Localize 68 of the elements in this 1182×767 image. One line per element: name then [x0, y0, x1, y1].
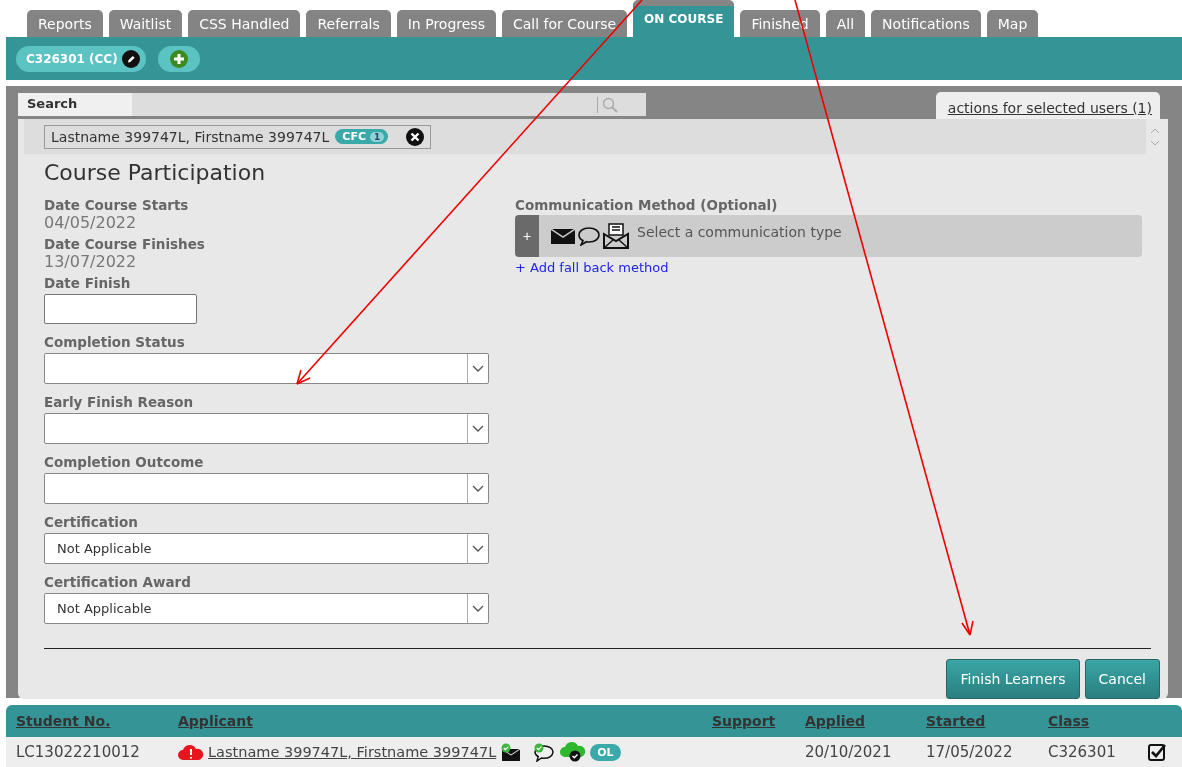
table-cell-text: C326301: [1048, 743, 1117, 761]
field-label: Certification Award: [44, 574, 192, 590]
table-cell-text: 17/05/2022: [926, 743, 1014, 761]
column-header[interactable]: Started: [926, 713, 986, 729]
tab[interactable]: Reports: [27, 10, 103, 37]
field-label: Certification: [44, 514, 139, 530]
actions-link[interactable]: actions for selected users (1): [935, 92, 1160, 119]
select-field[interactable]: [44, 473, 489, 504]
tab[interactable]: CSS Handled: [188, 10, 301, 37]
cancel-button[interactable]: Cancel: [1084, 659, 1160, 699]
select-field[interactable]: [44, 353, 489, 384]
chevron-down-icon: [472, 424, 484, 433]
field-label: Communication Method (Optional): [515, 197, 779, 213]
field-value: 13/07/2022: [44, 252, 138, 271]
column-header[interactable]: Student No.: [16, 713, 111, 729]
field-label: Completion Status: [44, 334, 186, 350]
tab[interactable]: Map: [986, 10, 1039, 37]
tab[interactable]: Call for Course: [501, 10, 628, 37]
column-header[interactable]: Support: [712, 713, 776, 729]
search-icon: [602, 96, 618, 113]
column-header[interactable]: Applied: [805, 713, 865, 729]
status-badge: CFC 1: [335, 129, 389, 144]
column-header[interactable]: Class: [1048, 713, 1090, 729]
select-field[interactable]: [44, 413, 489, 444]
tab[interactable]: Waitlist: [108, 10, 183, 37]
table-cell-text: LC13022210012: [16, 743, 141, 761]
tab[interactable]: ON COURSE: [633, 0, 735, 37]
communication-placeholder: Select a communication type: [637, 223, 842, 240]
alert-cloud-icon: [178, 744, 204, 760]
field-label: Completion Outcome: [44, 454, 205, 470]
field-label: Date Course Starts: [44, 197, 190, 213]
field-value: 04/05/2022: [44, 213, 138, 232]
chevron-down-icon: [472, 604, 484, 613]
field-label: Date Course Finishes: [44, 236, 206, 252]
communication-field[interactable]: + Select a communication type: [515, 215, 1142, 257]
course-chip[interactable]: C326301 (CC): [16, 45, 146, 72]
speech-bubble-icon[interactable]: [577, 226, 601, 246]
date-field[interactable]: [44, 294, 197, 324]
column-header[interactable]: Applicant: [178, 713, 253, 729]
status-badge: OL: [590, 743, 621, 761]
checkbox[interactable]: [1148, 743, 1166, 761]
form-title: Course Participation: [44, 160, 267, 185]
cloud-check-icon: [560, 742, 587, 762]
envelope-icon[interactable]: [551, 228, 575, 244]
close-icon[interactable]: [406, 127, 425, 146]
pencil-icon: [121, 49, 140, 68]
add-fallback-link[interactable]: + Add fall back method: [515, 260, 669, 275]
user-name: Lastname 399747L, Firstname 399747L: [51, 128, 330, 145]
tab[interactable]: All: [825, 10, 866, 37]
field-label: Early Finish Reason: [44, 394, 195, 410]
letter-icon[interactable]: [603, 223, 629, 249]
chevron-down-icon: [472, 484, 484, 493]
finish-button[interactable]: Finish Learners: [946, 659, 1080, 699]
chevron-down-icon: [472, 364, 484, 373]
applicant-link[interactable]: Lastname 399747L, Firstname 399747L: [208, 744, 497, 760]
tab[interactable]: Referrals: [306, 10, 391, 37]
select-field[interactable]: Not Applicable: [44, 593, 489, 624]
chevron-down-icon: [472, 544, 484, 553]
plus-icon: [169, 49, 188, 68]
field-label: Date Finish: [44, 275, 132, 291]
table-cell-text: 20/10/2021: [805, 743, 893, 761]
tab[interactable]: Notifications: [871, 10, 981, 37]
speech-check-icon: [532, 742, 557, 762]
tab[interactable]: In Progress: [396, 10, 496, 37]
envelope-check-icon: [500, 743, 523, 761]
select-field[interactable]: Not Applicable: [44, 533, 489, 564]
add-method-button[interactable]: +: [515, 215, 539, 257]
add-button[interactable]: [157, 45, 200, 72]
